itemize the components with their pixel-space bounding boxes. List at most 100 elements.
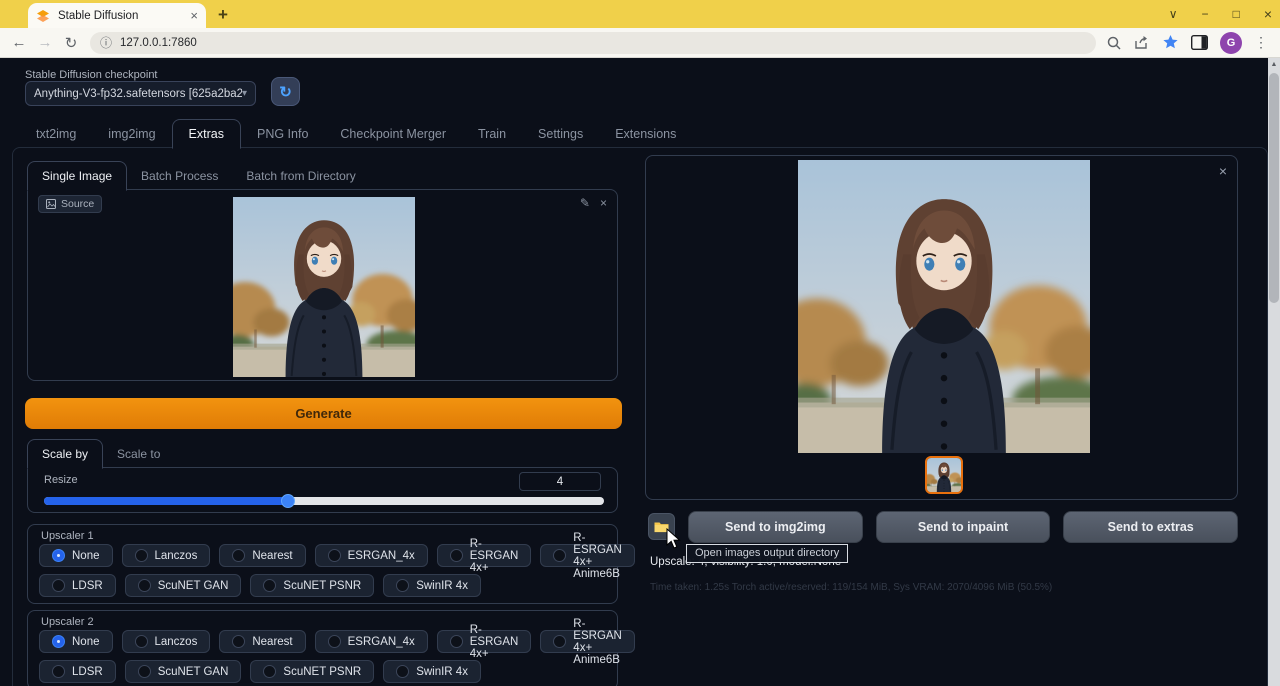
minimize-button[interactable]: − — [1202, 0, 1209, 28]
radio-icon — [138, 579, 151, 592]
tab-title: Stable Diffusion — [58, 10, 182, 22]
reload-icon[interactable]: ↻ — [58, 34, 84, 52]
upscaler2-option-scunet-gan[interactable]: ScuNET GAN — [125, 660, 242, 683]
tab-txt2img[interactable]: txt2img — [20, 120, 92, 148]
edit-image-icon[interactable]: ✎ — [580, 196, 590, 210]
upscaler1-option-swinir4x[interactable]: SwinIR 4x — [383, 574, 481, 597]
tab-scale-by[interactable]: Scale by — [27, 439, 103, 469]
tab-close-icon[interactable]: × — [190, 9, 198, 22]
upscaler2-option-resrgan-anime6b[interactable]: R-ESRGAN 4x+ Anime6B — [540, 630, 635, 653]
generate-button[interactable]: Generate — [25, 398, 622, 429]
address-bar[interactable]: ⓘ 127.0.0.1:7860 — [90, 32, 1096, 54]
checkpoint-value: Anything-V3-fp32.safetensors [625a2ba2] — [34, 88, 242, 100]
tab-extensions[interactable]: Extensions — [599, 120, 692, 148]
send-to-img2img-button[interactable]: Send to img2img — [688, 511, 863, 543]
tab-checkpoint-merger[interactable]: Checkpoint Merger — [324, 120, 462, 148]
upscaler2-option-lanczos[interactable]: Lanczos — [122, 630, 211, 653]
upscaler1-option-resrgan4x[interactable]: R-ESRGAN 4x+ — [437, 544, 532, 567]
tab-png-info[interactable]: PNG Info — [241, 120, 324, 148]
image-source-tabs: Single Image Batch Process Batch from Di… — [27, 160, 370, 190]
footer-stats-faint: Time taken: 1.25s Torch active/reserved:… — [650, 582, 1052, 593]
mouse-cursor — [666, 528, 682, 555]
tab-batch-process[interactable]: Batch Process — [127, 162, 232, 190]
tab-search-icon[interactable]: ∨ — [1169, 0, 1178, 28]
tab-single-image[interactable]: Single Image — [27, 161, 127, 191]
radio-icon — [553, 635, 566, 648]
source-image-dropzone[interactable]: Source ✎ × — [27, 189, 618, 381]
upscaler1-option-nearest[interactable]: Nearest — [219, 544, 305, 567]
side-panel-icon[interactable] — [1191, 35, 1208, 50]
gallery-close-icon[interactable]: × — [1219, 164, 1227, 178]
upscaler2-group: Upscaler 2 None Lanczos Nearest ESRGAN_4… — [27, 610, 618, 686]
radio-selected-icon — [52, 635, 65, 648]
upscaler1-option-scunet-gan[interactable]: ScuNET GAN — [125, 574, 242, 597]
tab-settings[interactable]: Settings — [522, 120, 599, 148]
upscaler2-label: Upscaler 2 — [41, 616, 94, 628]
bookmark-star-icon[interactable] — [1162, 34, 1179, 51]
folder-tooltip: Open images output directory — [686, 544, 848, 563]
upscaler2-option-scunet-psnr[interactable]: ScuNET PSNR — [250, 660, 374, 683]
upscaler1-option-scunet-psnr[interactable]: ScuNET PSNR — [250, 574, 374, 597]
new-tab-button[interactable]: + — [218, 4, 228, 26]
resize-label: Resize — [44, 474, 78, 486]
send-to-extras-button[interactable]: Send to extras — [1063, 511, 1238, 543]
page-scrollbar[interactable]: ▲ — [1268, 58, 1280, 686]
site-info-icon[interactable]: ⓘ — [100, 34, 112, 51]
forward-icon[interactable]: → — [32, 34, 58, 51]
tab-scale-to[interactable]: Scale to — [103, 440, 174, 468]
tab-batch-from-directory[interactable]: Batch from Directory — [232, 162, 369, 190]
result-actions: Send to img2img Send to inpaint Send to … — [648, 511, 1238, 543]
radio-icon — [553, 549, 566, 562]
browser-menu-icon[interactable]: ⋮ — [1254, 34, 1268, 51]
scrollbar-up-icon[interactable]: ▲ — [1268, 58, 1280, 72]
upscaler1-option-resrgan-anime6b[interactable]: R-ESRGAN 4x+ Anime6B — [540, 544, 635, 567]
result-gallery: × — [645, 155, 1238, 500]
result-thumbnail[interactable] — [925, 456, 963, 494]
checkpoint-dropdown[interactable]: Anything-V3-fp32.safetensors [625a2ba2] … — [25, 81, 256, 106]
resize-slider[interactable] — [44, 497, 604, 505]
tab-extras[interactable]: Extras — [172, 119, 241, 149]
gradio-favicon-icon — [36, 9, 50, 23]
resize-value-input[interactable]: 4 — [519, 472, 601, 491]
radio-selected-icon — [52, 549, 65, 562]
radio-icon — [52, 665, 65, 678]
upscaler1-option-ldsr[interactable]: LDSR — [39, 574, 116, 597]
back-icon[interactable]: ← — [6, 34, 32, 51]
radio-icon — [450, 635, 463, 648]
upscaler1-option-none[interactable]: None — [39, 544, 113, 567]
radio-icon — [52, 579, 65, 592]
radio-icon — [450, 549, 463, 562]
tab-train[interactable]: Train — [462, 120, 522, 148]
radio-icon — [135, 549, 148, 562]
source-image[interactable] — [233, 197, 415, 377]
close-window-button[interactable]: × — [1264, 0, 1272, 28]
upscaler2-option-resrgan4x[interactable]: R-ESRGAN 4x+ — [437, 630, 532, 653]
clear-image-icon[interactable]: × — [600, 196, 607, 210]
zoom-icon[interactable] — [1106, 35, 1122, 51]
profile-avatar[interactable]: G — [1220, 32, 1242, 54]
checkpoint-label: Stable Diffusion checkpoint — [25, 69, 158, 81]
browser-window: Stable Diffusion × + ∨ − □ × ← → ↻ ⓘ 127… — [0, 0, 1280, 686]
upscaler2-option-nearest[interactable]: Nearest — [219, 630, 305, 653]
url-text: 127.0.0.1:7860 — [120, 37, 197, 49]
maximize-button[interactable]: □ — [1233, 0, 1240, 28]
result-image[interactable] — [798, 160, 1090, 453]
upscaler1-group: Upscaler 1 None Lanczos Nearest ESRGAN_4… — [27, 524, 618, 604]
chevron-down-icon: ▾ — [242, 88, 247, 99]
source-label: Source — [61, 198, 94, 210]
tab-img2img[interactable]: img2img — [92, 120, 171, 148]
share-icon[interactable] — [1134, 35, 1150, 51]
upscaler1-option-lanczos[interactable]: Lanczos — [122, 544, 211, 567]
upscaler2-option-esrgan4x[interactable]: ESRGAN_4x — [315, 630, 428, 653]
radio-icon — [232, 549, 245, 562]
send-to-inpaint-button[interactable]: Send to inpaint — [876, 511, 1051, 543]
resize-panel: Resize 4 — [27, 467, 618, 513]
upscaler2-option-none[interactable]: None — [39, 630, 113, 653]
refresh-checkpoints-button[interactable]: ↻ — [271, 77, 300, 106]
upscaler2-option-swinir4x[interactable]: SwinIR 4x — [383, 660, 481, 683]
upscaler1-option-esrgan4x[interactable]: ESRGAN_4x — [315, 544, 428, 567]
upscaler2-option-ldsr[interactable]: LDSR — [39, 660, 116, 683]
browser-tab[interactable]: Stable Diffusion × — [28, 3, 206, 28]
scrollbar-thumb[interactable] — [1269, 73, 1279, 303]
slider-handle[interactable] — [281, 494, 295, 508]
